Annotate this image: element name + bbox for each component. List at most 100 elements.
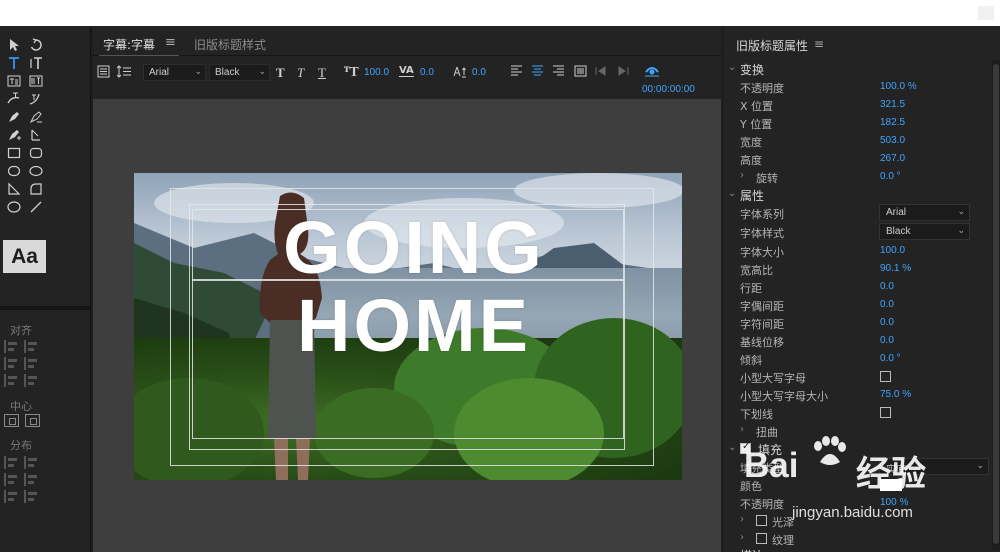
timecode[interactable]: 00:00:00:00 [642,84,695,95]
bold-icon[interactable]: T [276,65,285,81]
rounded-corner-rect-tool-icon[interactable] [25,162,47,179]
baseline-shift-value[interactable]: 0.0 [472,67,486,78]
baseline-shift-value[interactable]: 0.0 [880,335,894,346]
text-style-swatch[interactable]: Aa [3,240,46,273]
tab-title[interactable]: 字幕:字幕 [103,36,155,53]
align-right-icon[interactable] [4,374,18,387]
texture-checkbox[interactable] [756,533,767,544]
pen-tool-icon[interactable] [3,108,25,125]
align-label: 对齐 [10,324,32,337]
tab-stops-icon[interactable] [574,65,587,81]
previous-frame-icon[interactable] [595,65,608,81]
ellipse-tool-icon[interactable] [3,198,25,215]
row-width: 宽度 503.0 [740,135,906,149]
align-right-text-icon[interactable] [552,65,565,81]
vertical-path-type-tool-icon[interactable] [25,90,47,107]
row-x-position: X 位置 321.5 [740,99,906,113]
delete-anchor-tool-icon[interactable] [25,108,47,125]
font-family-select[interactable]: Arial ⌄ [879,204,970,221]
section-stroke[interactable]: ⌄ 描边 [724,546,990,552]
watermark-url: jingyan.baidu.com [792,504,913,521]
center-label: 中心 [10,400,32,413]
distribute-center-icon[interactable] [4,473,18,486]
align-horizontal-center-icon[interactable] [24,357,38,370]
section-transform[interactable]: ⌄ 变换 [724,60,990,78]
aspect-value[interactable]: 90.1 % [880,263,911,274]
roll-crawl-options-icon[interactable] [116,65,132,82]
row-font-family: 字体系列 Arial ⌄ [724,204,990,222]
distribute-left-icon[interactable] [4,456,18,469]
center-horizontal-icon[interactable] [4,414,19,427]
align-left-icon[interactable] [4,340,18,353]
clipped-corner-rect-tool-icon[interactable] [3,162,25,179]
kerning-value[interactable]: 0.0 [420,67,434,78]
next-frame-icon[interactable] [616,65,629,81]
vertical-type-tool-icon[interactable] [25,54,47,71]
rectangle-tool-icon[interactable] [3,144,25,161]
chevron-down-icon: ⌄ [258,66,266,76]
area-type-tool-icon[interactable] [3,72,25,89]
height-value[interactable]: 267.0 [880,153,905,164]
sheen-checkbox[interactable] [756,515,767,526]
tab-menu-icon[interactable]: ≡ [165,35,176,50]
font-style-select[interactable]: Black ⌄ [879,223,970,240]
vertical-area-type-tool-icon[interactable] [25,72,47,89]
underline-icon[interactable]: T [318,65,326,81]
leading-value[interactable]: 0.0 [880,281,894,292]
panel-menu-icon[interactable]: ≡ [814,37,824,51]
row-distort[interactable]: › 扭曲 [724,422,990,440]
line-tool-icon[interactable] [25,198,47,215]
font-family-dropdown[interactable]: Arial ⌄ [143,64,206,81]
convert-anchor-tool-icon[interactable] [25,126,47,143]
font-style-dropdown[interactable]: Black ⌄ [209,64,270,81]
wedge-tool-icon[interactable] [3,180,25,197]
add-anchor-tool-icon[interactable] [3,126,25,143]
y-position-value[interactable]: 182.5 [880,117,905,128]
path-type-tool-icon[interactable] [3,90,25,107]
align-vertical-center-icon[interactable] [24,340,38,353]
distribute-bottom-icon[interactable] [24,490,38,503]
properties-scrollbar[interactable] [992,60,1000,550]
slant-value[interactable]: 0.0 ° [880,353,901,364]
distribute-right-icon[interactable] [4,490,18,503]
tab-legacy-title-styles[interactable]: 旧版标题样式 [194,36,266,53]
align-top-icon[interactable] [4,357,18,370]
window-control[interactable] [978,6,994,20]
rotate-tool-icon[interactable] [25,36,47,53]
opacity-value[interactable]: 100.0 % [880,81,917,92]
kerning-icon: VA [399,65,414,77]
align-bottom-icon[interactable] [24,374,38,387]
tools-panel: Aa 对齐 中心 分布 [0,26,91,552]
rounded-rectangle-tool-icon[interactable] [25,144,47,161]
width-value[interactable]: 503.0 [880,135,905,146]
title-line-2[interactable]: HOME [194,289,634,363]
italic-icon[interactable]: T [297,65,304,81]
font-size-value[interactable]: 100.0 [364,67,389,78]
x-position-value[interactable]: 321.5 [880,99,905,110]
show-background-video-icon[interactable] [644,64,660,82]
selection-tool-icon[interactable] [3,36,25,53]
row-opacity: 不透明度 100.0 % [740,81,917,95]
align-center-text-icon[interactable] [531,65,544,81]
underline-checkbox[interactable] [880,407,891,418]
center-vertical-icon[interactable] [25,414,40,427]
title-line-1[interactable]: GOING [194,211,634,285]
font-size-value[interactable]: 100.0 [880,245,905,256]
small-caps-checkbox[interactable] [880,371,891,382]
type-tool-icon[interactable] [3,54,25,71]
align-left-text-icon[interactable] [510,65,523,81]
section-attributes[interactable]: ⌄ 属性 [724,186,990,204]
kerning-value[interactable]: 0.0 [880,299,894,310]
rotation-value[interactable]: 0.0 ° [880,171,901,182]
video-frame[interactable]: GOING HOME [134,173,682,480]
row-rotation[interactable]: › 旋转 0.0 ° [724,168,990,186]
distribute-middle-icon[interactable] [24,473,38,486]
small-caps-size-value[interactable]: 75.0 % [880,389,911,400]
title-toolbar: Arial ⌄ Black ⌄ T T T ᵀT 100.0 VA 0.0 0.… [93,58,721,100]
tracking-value[interactable]: 0.0 [880,317,894,328]
arc-tool-icon[interactable] [25,180,47,197]
scrollbar-thumb[interactable] [993,64,999,544]
distribute-top-icon[interactable] [24,456,38,469]
chevron-down-icon: ⌄ [976,460,984,470]
background-video-icon[interactable] [97,65,110,82]
